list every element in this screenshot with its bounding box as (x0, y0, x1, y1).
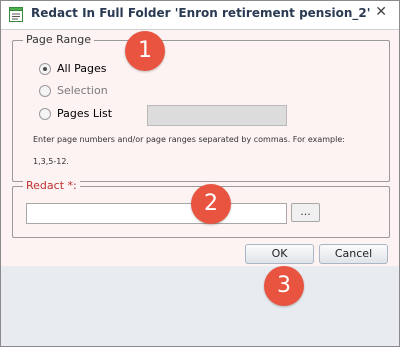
dialog-title: Redact In Full Folder 'Enron retirement … (31, 6, 371, 20)
dialog-content: Page Range All Pages Selection Pages Lis… (1, 30, 399, 266)
ok-button[interactable]: OK (245, 244, 314, 264)
cancel-button[interactable]: Cancel (319, 244, 388, 264)
callout-badge-1: 1 (125, 31, 165, 71)
browse-button[interactable]: ... (291, 203, 320, 222)
redact-legend: Redact *: (23, 179, 80, 192)
page-range-group: Page Range All Pages Selection Pages Lis… (12, 33, 390, 182)
callout-badge-2: 2 (191, 184, 231, 224)
radio-button[interactable] (39, 108, 51, 120)
pages-hint-line1: Enter page numbers and/or page ranges se… (33, 135, 345, 144)
radio-label-selection: Selection (57, 84, 108, 97)
callout-badge-3: 3 (264, 266, 304, 306)
redact-dialog: Redact In Full Folder 'Enron retirement … (0, 0, 400, 347)
title-bar: Redact In Full Folder 'Enron retirement … (1, 1, 399, 30)
redact-input[interactable] (26, 203, 287, 224)
dialog-footer (1, 266, 399, 346)
radio-label-pages-list: Pages List (57, 107, 113, 120)
radio-button[interactable] (39, 85, 51, 97)
pages-list-input[interactable] (147, 105, 287, 126)
page-range-legend: Page Range (23, 33, 94, 46)
notepad-icon (9, 7, 23, 22)
radio-dot (43, 67, 47, 71)
close-button[interactable]: ✕ (375, 4, 387, 20)
radio-label-all-pages: All Pages (57, 62, 107, 75)
pages-hint-line2: 1,3,5-12. (33, 157, 69, 166)
radio-button[interactable] (39, 63, 51, 75)
